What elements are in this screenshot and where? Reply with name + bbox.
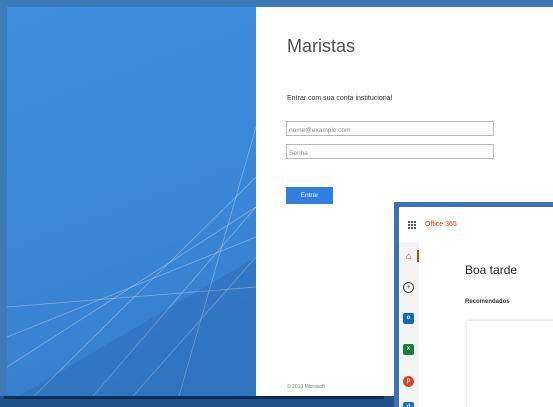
decorative-lines <box>7 126 256 403</box>
home-icon[interactable]: ⌂ <box>403 251 414 262</box>
recommended-card[interactable] <box>467 321 553 407</box>
home-active-indicator <box>417 250 419 262</box>
office365-window: Office 365 ⌂ + o x p d Boa tarde Recomen… <box>394 202 553 407</box>
app-launcher-icon[interactable] <box>408 221 416 229</box>
sign-in-button[interactable]: Entrar <box>286 187 333 204</box>
decorative-blue-panel <box>7 7 256 403</box>
recommended-label: Recomendados <box>465 299 510 305</box>
org-title: Maristas <box>287 36 356 56</box>
signin-instruction: Entrar com sua conta institucional <box>287 95 393 102</box>
onedrive-icon[interactable]: d <box>403 402 414 407</box>
office-app-title[interactable]: Office 365 <box>425 221 457 228</box>
taskbar-strip <box>4 396 384 399</box>
greeting-heading: Boa tarde <box>465 263 518 277</box>
password-input[interactable] <box>286 144 494 159</box>
outlook-icon[interactable]: o <box>403 313 414 324</box>
excel-icon[interactable]: x <box>403 344 414 355</box>
powerpoint-icon[interactable]: p <box>403 376 414 387</box>
add-icon[interactable]: + <box>403 282 414 293</box>
office-header: Office 365 <box>399 207 553 242</box>
app-rail: ⌂ + o x p d <box>399 242 419 407</box>
copyright-text: © 2013 Microsoft <box>287 384 325 390</box>
username-input[interactable] <box>286 121 494 136</box>
